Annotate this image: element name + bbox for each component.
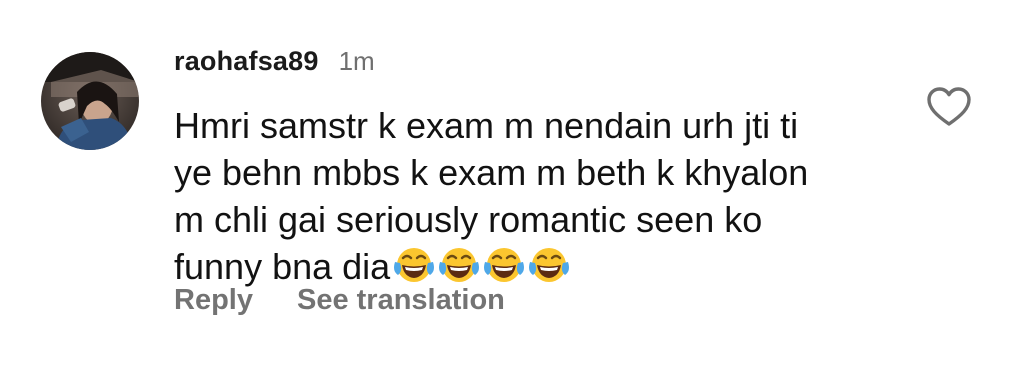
heart-outline-icon[interactable]	[926, 86, 972, 128]
comment-actions: Reply See translation	[174, 284, 505, 317]
avatar-image	[41, 52, 139, 150]
comment-line: m chli gai seriously romantic seen ko	[174, 199, 763, 240]
comment: raohafsa89 1m Hmri samstr k exam m nenda…	[0, 0, 1024, 366]
emoji-group	[392, 245, 572, 285]
comment-text: Hmri samstr k exam m nendain urh jti ti …	[174, 102, 894, 290]
comment-header: raohafsa89 1m	[174, 46, 375, 86]
see-translation-button[interactable]: See translation	[297, 284, 505, 317]
avatar[interactable]	[41, 52, 139, 150]
comment-line-last: funny bna dia	[174, 243, 894, 290]
tears-of-joy-emoji-icon	[392, 245, 436, 285]
tears-of-joy-emoji-icon	[437, 245, 481, 285]
timestamp: 1m	[338, 46, 375, 76]
reply-button[interactable]: Reply	[174, 284, 253, 317]
comment-line: Hmri samstr k exam m nendain urh jti ti	[174, 105, 799, 146]
comment-line-text: funny bna dia	[174, 246, 391, 287]
tears-of-joy-emoji-icon	[482, 245, 526, 285]
username[interactable]: raohafsa89	[174, 46, 319, 77]
comment-line: ye behn mbbs k exam m beth k khyalon	[174, 152, 809, 193]
tears-of-joy-emoji-icon	[527, 245, 571, 285]
